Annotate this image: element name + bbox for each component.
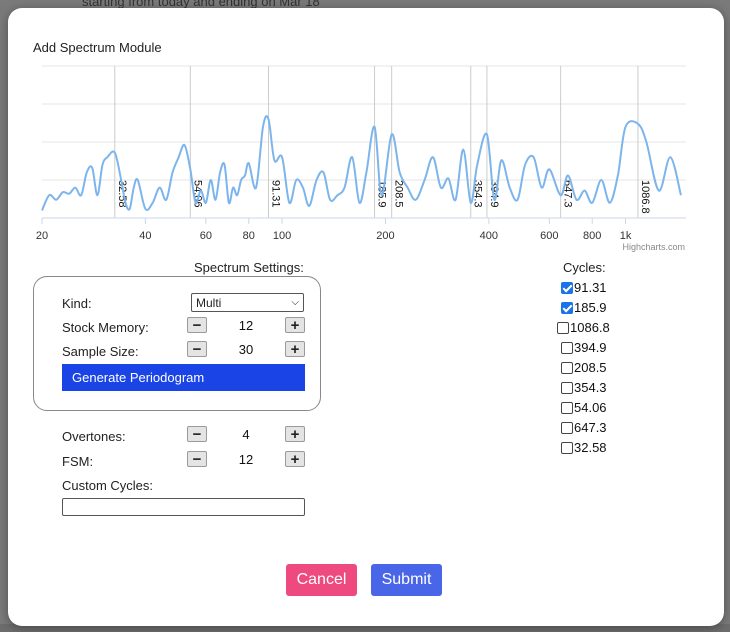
cycle-checkbox[interactable] — [561, 281, 573, 294]
x-tick-label: 100 — [273, 230, 291, 242]
overtones-stepper: − 4 + — [187, 425, 305, 443]
periodogram-chart: 32.58 54.06 91.31 185.9 208.5 354.3 394.9 647.3… — [36, 65, 686, 252]
overtones-value[interactable]: 4 — [207, 427, 285, 442]
sample-size-stepper: − 30 + — [187, 340, 305, 358]
add-spectrum-modal: Add Spectrum Module 32.58 54.06 91.31 185.9… — [8, 8, 724, 626]
x-tick-label: 800 — [583, 230, 601, 242]
fsm-stepper: − 12 + — [187, 450, 305, 468]
spectrum-series-line — [41, 115, 682, 212]
kind-select[interactable]: Multi ⌵ — [191, 293, 304, 312]
overtones-decrement-button[interactable]: − — [187, 426, 207, 442]
x-tick-label: 20 — [36, 230, 48, 242]
kind-label: Kind: — [62, 296, 92, 311]
stock-memory-decrement-button[interactable]: − — [187, 317, 207, 333]
cycle-marker-label: 91.31 — [270, 180, 282, 208]
cycle-checkbox[interactable] — [561, 401, 573, 414]
submit-button[interactable]: Submit — [371, 564, 442, 596]
cycle-label: 208.5 — [574, 360, 607, 375]
x-tick-label: 80 — [243, 230, 255, 242]
fsm-decrement-button[interactable]: − — [187, 451, 207, 467]
cycle-label: 354.3 — [574, 380, 607, 395]
x-tick-label: 400 — [480, 230, 498, 242]
highcharts-credit[interactable]: Highcharts.com — [622, 242, 685, 252]
cycle-label: 91.31 — [574, 280, 607, 295]
cycle-item[interactable]: 647.3 — [561, 420, 607, 435]
cycle-item[interactable]: 1086.8 — [557, 320, 610, 335]
cycle-checkbox[interactable] — [561, 421, 573, 434]
chart-grid — [42, 65, 686, 181]
x-tick-label: 200 — [376, 230, 394, 242]
cycle-item[interactable]: 208.5 — [561, 360, 607, 375]
cycle-marker-label: 1086.8 — [639, 180, 651, 214]
x-tick-label: 600 — [540, 230, 558, 242]
kind-select-value: Multi — [196, 295, 222, 310]
x-tick-label: 1k — [620, 230, 632, 242]
cycle-checkbox[interactable] — [557, 321, 569, 334]
cycle-label: 647.3 — [574, 420, 607, 435]
cycle-checkbox[interactable] — [561, 381, 573, 394]
spectrum-settings-heading: Spectrum Settings: — [194, 260, 304, 275]
cycle-checkbox[interactable] — [561, 361, 573, 374]
fsm-label: FSM: — [62, 454, 94, 469]
fsm-increment-button[interactable]: + — [285, 451, 305, 467]
stock-memory-label: Stock Memory: — [62, 320, 149, 335]
cycle-checkbox[interactable] — [561, 341, 573, 354]
cycle-label: 32.58 — [574, 440, 607, 455]
cancel-button[interactable]: Cancel — [286, 564, 357, 596]
x-tick-label: 60 — [200, 230, 212, 242]
sample-size-value[interactable]: 30 — [207, 342, 285, 357]
cycle-marker-label: 208.5 — [393, 180, 405, 208]
cycle-checkbox[interactable] — [561, 301, 573, 314]
overtones-label: Overtones: — [62, 429, 126, 444]
stock-memory-stepper: − 12 + — [187, 316, 305, 334]
cycle-item[interactable]: 354.3 — [561, 380, 607, 395]
x-axis: 20 40 60 80 100 200 400 600 800 1k — [36, 217, 686, 242]
stock-memory-increment-button[interactable]: + — [285, 317, 305, 333]
stock-memory-value[interactable]: 12 — [207, 318, 285, 333]
cycle-item[interactable]: 185.9 — [561, 300, 607, 315]
cycles-heading: Cycles: — [563, 260, 606, 275]
fsm-value[interactable]: 12 — [207, 452, 285, 467]
generate-periodogram-button[interactable]: Generate Periodogram — [62, 364, 305, 391]
sample-size-increment-button[interactable]: + — [285, 341, 305, 357]
cycle-checkbox[interactable] — [561, 441, 573, 454]
cycle-label: 54.06 — [574, 400, 607, 415]
x-tick-label: 40 — [139, 230, 151, 242]
cycle-label: 1086.8 — [570, 320, 610, 335]
cycle-item[interactable]: 54.06 — [561, 400, 607, 415]
overtones-increment-button[interactable]: + — [285, 426, 305, 442]
cycle-item[interactable]: 394.9 — [561, 340, 607, 355]
custom-cycles-input[interactable] — [62, 498, 305, 516]
chevron-down-icon: ⌵ — [291, 297, 299, 308]
sample-size-label: Sample Size: — [62, 344, 139, 359]
sample-size-decrement-button[interactable]: − — [187, 341, 207, 357]
custom-cycles-label: Custom Cycles: — [62, 478, 154, 493]
cycle-item[interactable]: 32.58 — [561, 440, 607, 455]
cycle-label: 185.9 — [574, 300, 607, 315]
cycle-label: 394.9 — [574, 340, 607, 355]
cycle-item[interactable]: 91.31 — [561, 280, 607, 295]
